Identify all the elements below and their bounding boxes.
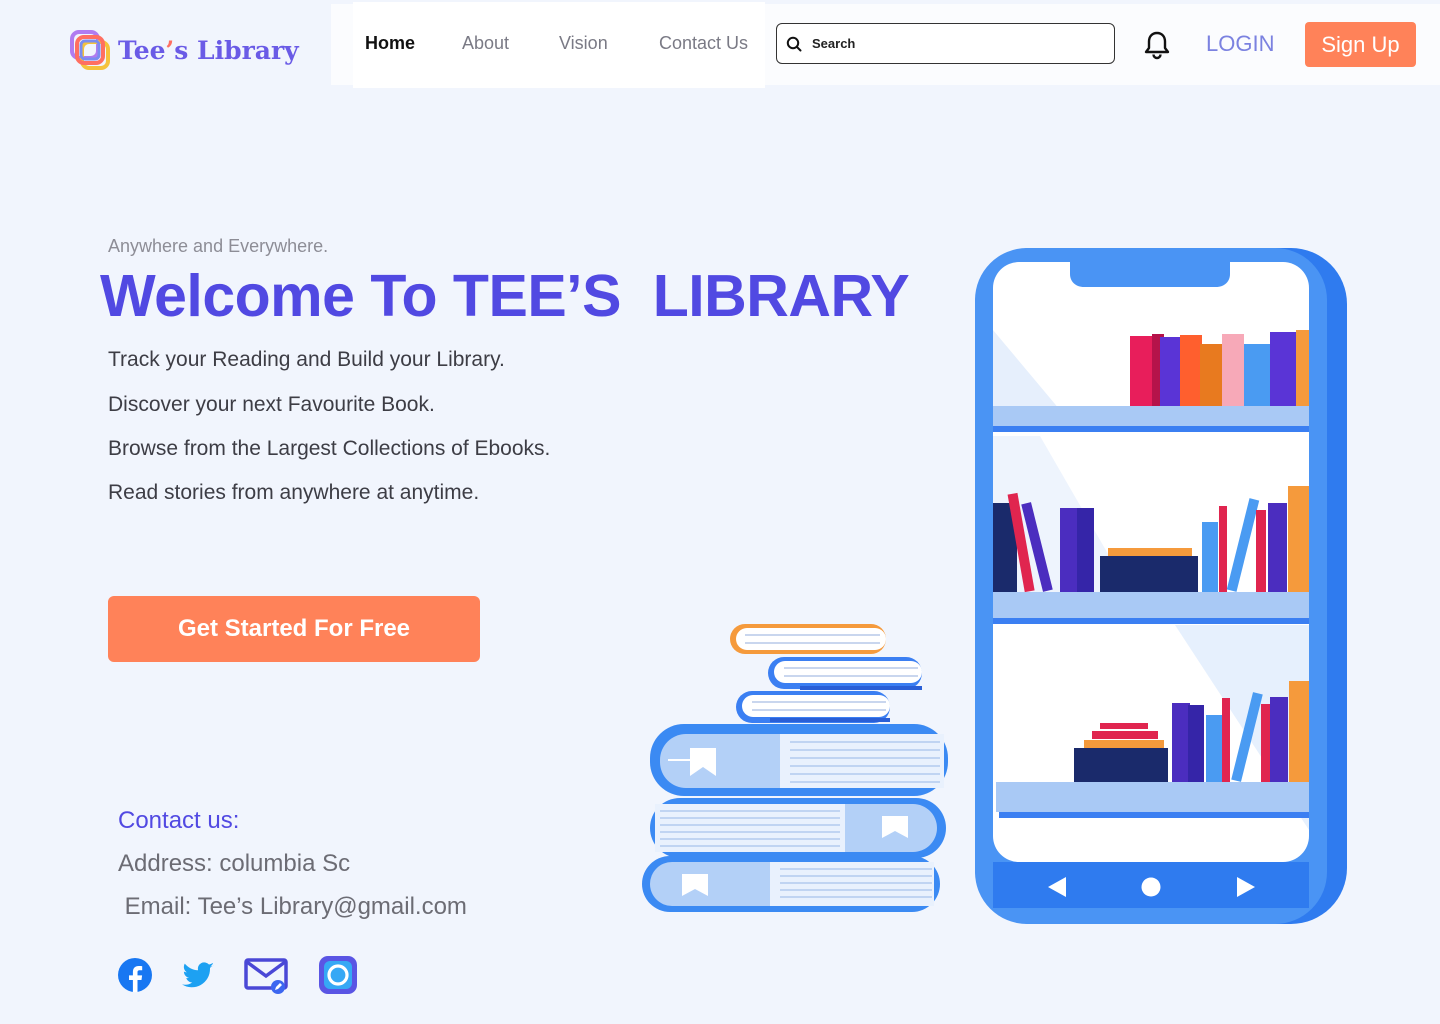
- book-stack-illustration: [642, 624, 948, 912]
- home-circle-icon: [1141, 877, 1161, 897]
- phone-illustration: [975, 248, 1347, 924]
- library-illustration: [642, 248, 1347, 924]
